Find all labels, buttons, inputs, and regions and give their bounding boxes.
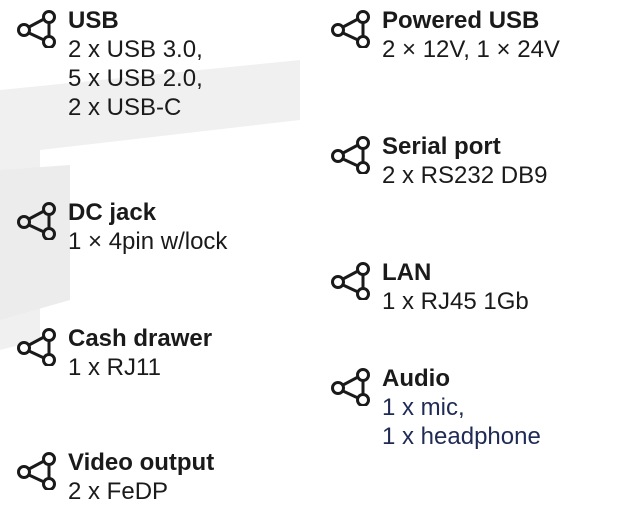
spec-item-powered-usb: Powered USB 2 × 12V, 1 × 24V [330,6,560,64]
spec-title: USB [68,7,119,34]
spec-value: 2 × 12V, 1 × 24V [382,36,560,63]
share-icon [16,200,68,240]
share-icon [330,8,382,48]
spec-title: LAN [382,259,432,286]
spec-value: 1 × 4pin w/lock [68,228,228,255]
spec-title: Audio [382,365,450,392]
spec-item-cash-drawer: Cash drawer 1 x RJ11 [16,324,212,382]
spec-item-video-output: Video output 2 x FeDP [16,448,214,506]
share-icon [330,260,382,300]
spec-item-usb: USB 2 x USB 3.0, 5 x USB 2.0, 2 x USB-C [16,6,203,122]
spec-item-dc-jack: DC jack 1 × 4pin w/lock [16,198,227,256]
spec-value: 1 x headphone [382,423,541,450]
share-icon [16,326,68,366]
spec-item-serial-port: Serial port 2 x RS232 DB9 [330,132,547,190]
spec-value: 1 x mic, [382,394,465,421]
spec-title: Cash drawer [68,325,213,352]
spec-title: DC jack [68,199,157,226]
spec-title: Video output [68,449,215,476]
spec-item-lan: LAN 1 x RJ45 1Gb [330,258,529,316]
share-icon [16,8,68,48]
share-icon [16,450,68,490]
spec-value: 2 x USB 3.0, [68,36,203,63]
spec-value: 1 x RJ11 [68,354,161,381]
spec-value: 1 x RJ45 1Gb [382,288,529,315]
share-icon [330,134,382,174]
spec-item-audio: Audio 1 x mic, 1 x headphone [330,364,541,451]
spec-title: Serial port [382,133,501,160]
spec-value: 2 x USB-C [68,94,182,121]
share-icon [330,366,382,406]
spec-value: 2 x FeDP [68,478,169,505]
spec-value: 5 x USB 2.0, [68,65,203,92]
spec-title: Powered USB [382,7,540,34]
spec-value: 2 x RS232 DB9 [382,162,548,189]
